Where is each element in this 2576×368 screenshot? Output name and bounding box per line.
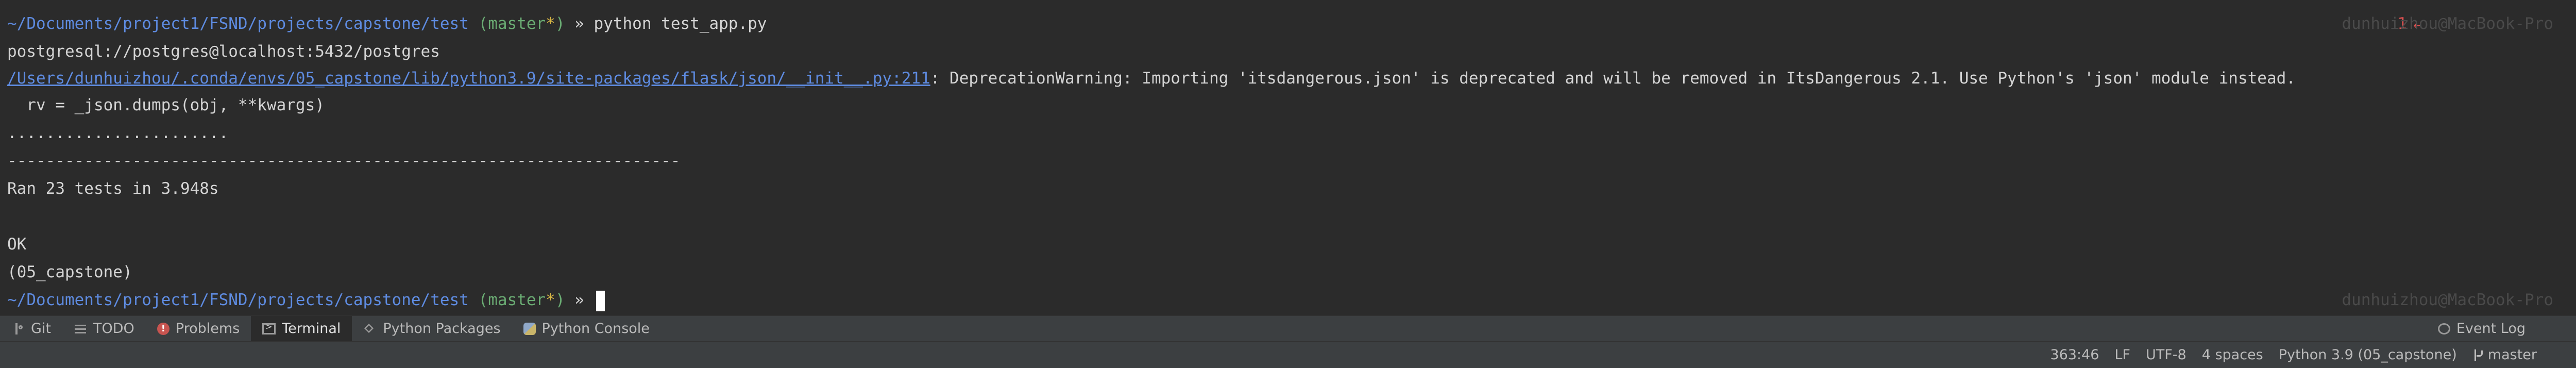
git-dirty-marker: *: [546, 291, 555, 309]
tab-git[interactable]: Git: [0, 316, 62, 342]
terminal-icon: [262, 322, 276, 334]
terminal-panel[interactable]: ~/Documents/project1/FSND/projects/capst…: [0, 0, 2576, 315]
tab-todo[interactable]: TODO: [62, 316, 146, 342]
output-db-url: postgresql://postgres@localhost:5432/pos…: [7, 42, 440, 61]
host-ghost-text: dunhuizhou@MacBook-Pro: [2342, 14, 2553, 33]
todo-icon: [74, 322, 88, 336]
event-log-label: Event Log: [2456, 321, 2526, 337]
prompt-symbol: »: [565, 291, 594, 309]
output-dots: .......................: [7, 124, 229, 142]
warning-message: : DeprecationWarning: Importing 'itsdang…: [930, 69, 2296, 88]
python-icon: [523, 322, 536, 335]
tab-problems-label: Problems: [175, 321, 240, 337]
text-cursor: [596, 290, 605, 311]
git-branch-open: (: [468, 14, 488, 33]
status-bar: 363:46 LF UTF-8 4 spaces Python 3.9 (05_…: [0, 341, 2576, 368]
terminal-prompt-line: ~/Documents/project1/FSND/projects/capst…: [7, 10, 767, 37]
git-branch-close: ): [555, 14, 565, 33]
output-result: OK: [7, 235, 27, 254]
speech-bubble-icon: [2437, 323, 2450, 334]
tab-todo-label: TODO: [93, 321, 134, 337]
prompt-symbol: »: [565, 14, 594, 33]
problems-icon: !: [157, 322, 170, 335]
indent-setting[interactable]: 4 spaces: [2202, 347, 2263, 363]
tab-problems[interactable]: ! Problems: [146, 316, 251, 342]
command-text: python test_app.py: [594, 14, 767, 33]
tab-python-packages[interactable]: Python Packages: [352, 316, 512, 342]
line-separator[interactable]: LF: [2114, 347, 2130, 363]
tab-git-label: Git: [31, 321, 52, 337]
file-encoding[interactable]: UTF-8: [2146, 347, 2187, 363]
event-log-button[interactable]: Event Log: [2427, 316, 2537, 342]
layers-icon: [363, 322, 377, 336]
warning-file-link[interactable]: /Users/dunhuizhou/.conda/envs/05_capston…: [7, 69, 930, 88]
git-dirty-marker: *: [546, 14, 555, 33]
output-warning-line: /Users/dunhuizhou/.conda/envs/05_capston…: [7, 65, 2296, 92]
cwd-path: ~/Documents/project1/FSND/projects/capst…: [7, 14, 469, 33]
git-branch-widget[interactable]: master: [2472, 347, 2537, 363]
tab-terminal-label: Terminal: [282, 321, 341, 337]
tab-python-console-label: Python Console: [541, 321, 650, 337]
git-branch-close: ): [555, 291, 565, 309]
output-env: (05_capstone): [7, 263, 132, 281]
git-branch-name: master: [488, 291, 546, 309]
output-warning-source: rv = _json.dumps(obj, **kwargs): [7, 96, 325, 114]
python-interpreter[interactable]: Python 3.9 (05_capstone): [2279, 347, 2457, 363]
host-ghost-text: dunhuizhou@MacBook-Pro: [2342, 291, 2553, 309]
caret-position[interactable]: 363:46: [2050, 347, 2099, 363]
cwd-path: ~/Documents/project1/FSND/projects/capst…: [7, 291, 469, 309]
branch-icon: [2472, 348, 2483, 362]
tab-python-console[interactable]: Python Console: [512, 316, 661, 342]
tab-python-packages-label: Python Packages: [383, 321, 501, 337]
git-icon: [11, 322, 25, 336]
git-branch-open: (: [468, 291, 488, 309]
git-branch-label: master: [2487, 347, 2537, 363]
terminal-active-prompt[interactable]: ~/Documents/project1/FSND/projects/capst…: [7, 287, 605, 313]
tab-terminal[interactable]: Terminal: [251, 315, 352, 342]
output-separator: ----------------------------------------…: [7, 152, 681, 170]
git-branch-name: master: [488, 14, 546, 33]
output-summary: Ran 23 tests in 3.948s: [7, 179, 219, 198]
tool-window-bar: Git TODO ! Problems Terminal Python Pack…: [0, 315, 2576, 342]
